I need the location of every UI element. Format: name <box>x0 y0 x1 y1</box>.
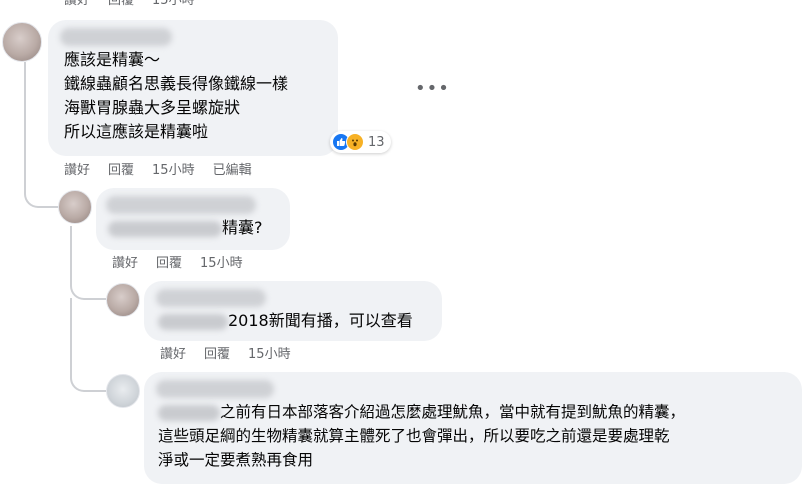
timestamp[interactable]: 15小時 <box>152 0 195 9</box>
like-button[interactable]: 讚好 <box>64 163 90 179</box>
thread-line-nested-2 <box>70 298 106 392</box>
reply-text-visible: 精囊? <box>222 218 263 237</box>
reply-button[interactable]: 回覆 <box>204 347 230 363</box>
comment-bubble: 應該是精囊～ 鐵線蟲顧名思義長得像鐵線一樣 海獸胃腺蟲大多呈螺旋狀 所以這應該是… <box>48 20 338 156</box>
timestamp[interactable]: 15小時 <box>200 256 243 272</box>
top-comment-actions: 讚好 回覆 15小時 <box>64 0 195 9</box>
reply-line-visible: 之前有日本部落客介紹過怎麼處理魷魚，當中就有提到魷魚的精囊， <box>220 403 686 421</box>
reply-line: 這些頭足綱的生物精囊就算主體死了也會彈出，所以要吃之前還是要處理乾 <box>158 427 670 445</box>
avatar[interactable] <box>58 190 92 224</box>
timestamp[interactable]: 15小時 <box>152 163 195 179</box>
avatar[interactable] <box>106 283 140 317</box>
reply-text: 精囊? <box>108 216 263 240</box>
author-name-blurred[interactable] <box>156 289 266 307</box>
comment-line: 海獸胃腺蟲大多呈螺旋狀 <box>64 98 241 117</box>
like-button[interactable]: 讚好 <box>112 256 138 272</box>
reply-text-visible: 2018新聞有播，可以查看 <box>228 311 413 330</box>
reply-bubble: 精囊? <box>96 188 290 250</box>
author-name-blurred[interactable] <box>156 380 274 398</box>
wow-icon <box>346 133 364 151</box>
reaction-summary[interactable]: 13 <box>330 131 391 153</box>
reply-line: 淨或一定要煮熟再食用 <box>158 451 314 469</box>
more-options-icon[interactable]: ••• <box>415 78 450 99</box>
comment-text: 應該是精囊～ 鐵線蟲顧名思義長得像鐵線一樣 海獸胃腺蟲大多呈螺旋狀 所以這應該是… <box>64 48 288 144</box>
comment-actions: 讚好 回覆 15小時 已編輯 <box>64 163 252 179</box>
like-button[interactable]: 讚好 <box>64 0 90 9</box>
reply-button[interactable]: 回覆 <box>108 0 134 9</box>
reply-button[interactable]: 回覆 <box>108 163 134 179</box>
comment-line: 鐵線蟲顧名思義長得像鐵線一樣 <box>64 74 289 93</box>
edited-label[interactable]: 已編輯 <box>213 163 252 179</box>
comment-line: 應該是精囊～ <box>64 50 161 69</box>
author-name-blurred[interactable] <box>106 196 256 214</box>
redacted-text <box>158 404 220 421</box>
reply-line: 之前有日本部落客介紹過怎麼處理魷魚，當中就有提到魷魚的精囊， <box>158 400 685 424</box>
reply-actions: 讚好 回覆 15小時 <box>112 256 243 272</box>
reply-actions: 讚好 回覆 15小時 <box>160 347 291 363</box>
reply-bubble: 2018新聞有播，可以查看 <box>144 281 442 341</box>
reply-text: 2018新聞有播，可以查看 <box>158 309 413 333</box>
reply-bubble: 之前有日本部落客介紹過怎麼處理魷魚，當中就有提到魷魚的精囊， 這些頭足綱的生物精… <box>144 372 802 484</box>
avatar[interactable] <box>106 374 140 408</box>
reply-button[interactable]: 回覆 <box>156 256 182 272</box>
author-name-blurred[interactable] <box>60 28 172 46</box>
reaction-count: 13 <box>368 134 385 150</box>
like-button[interactable]: 讚好 <box>160 347 186 363</box>
redacted-text <box>158 313 228 330</box>
reply-text: 之前有日本部落客介紹過怎麼處理魷魚，當中就有提到魷魚的精囊， 這些頭足綱的生物精… <box>158 400 685 472</box>
timestamp[interactable]: 15小時 <box>248 347 291 363</box>
comment-line: 所以這應該是精囊啦 <box>64 122 209 141</box>
redacted-text <box>108 220 222 237</box>
avatar[interactable] <box>2 22 42 62</box>
